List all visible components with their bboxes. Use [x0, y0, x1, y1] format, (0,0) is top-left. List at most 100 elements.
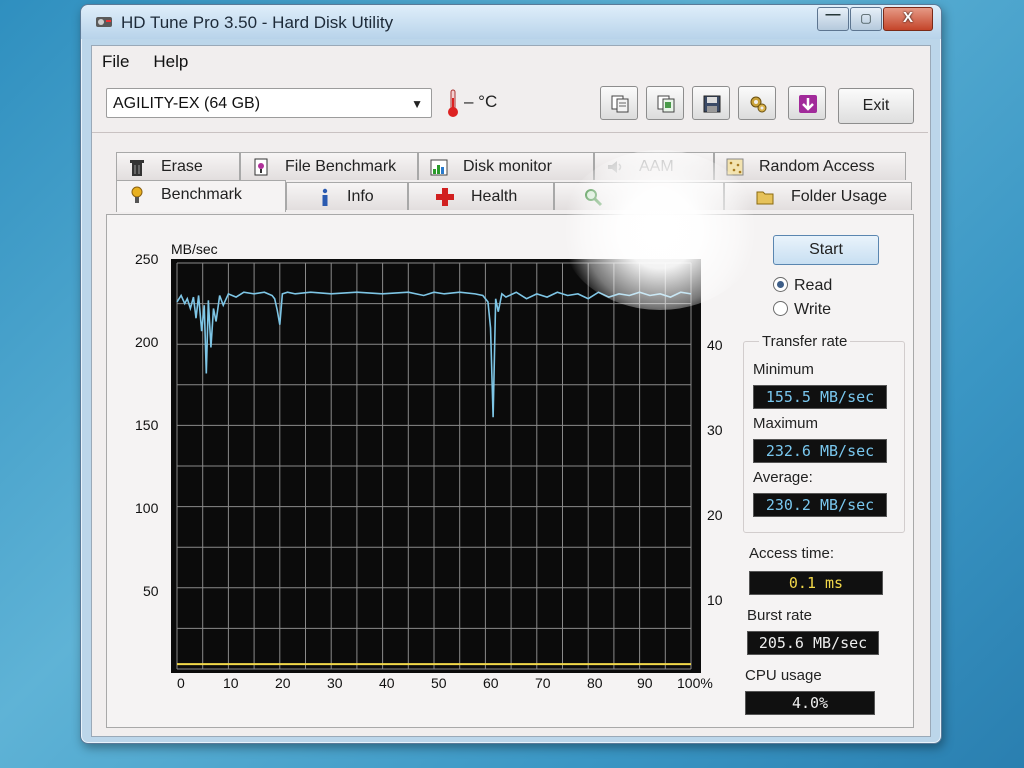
maximize-button[interactable]: ▢ [850, 7, 882, 31]
chevron-down-icon[interactable]: ▼ [411, 89, 423, 119]
menu-help[interactable]: Help [153, 52, 188, 74]
y2-tick-label: 30 [707, 422, 723, 438]
info-icon [322, 188, 328, 206]
minimum-value: 155.5 MB/sec [753, 385, 887, 409]
x-tick-label: 40 [379, 675, 395, 691]
transfer-rate-title: Transfer rate [759, 333, 851, 350]
x-tick-label: 60 [483, 675, 499, 691]
read-radio-dot[interactable] [773, 277, 788, 292]
client-area: File Help AGILITY-EX (64 GB) ▼ – °C Exit… [91, 45, 931, 737]
y-tick-label: 150 [135, 417, 159, 433]
access-time-label: Access time: [749, 545, 835, 562]
y-tick-label: 200 [135, 334, 159, 350]
save-icon [703, 95, 721, 113]
save-button[interactable] [692, 86, 730, 120]
tab-file-benchmark[interactable]: File Benchmark [240, 152, 418, 180]
tab-random-access[interactable]: Random Access [714, 152, 906, 180]
minimize-button[interactable]: — [817, 6, 849, 31]
tab-file-benchmark-label: File Benchmark [285, 158, 397, 175]
close-button[interactable]: X [883, 7, 933, 31]
read-radio[interactable]: Read [773, 277, 832, 295]
window-title: HD Tune Pro 3.50 - Hard Disk Utility [121, 13, 394, 32]
tab-folder-usage-label: Folder Usage [791, 188, 888, 205]
tab-aam-label: AAM [639, 158, 674, 175]
minimize-icon: — [825, 6, 841, 23]
tab-info-label: Info [347, 188, 374, 205]
health-icon [436, 188, 454, 206]
read-radio-label: Read [794, 277, 833, 294]
menu-bar: File Help [92, 52, 202, 74]
tab-erase-label: Erase [161, 158, 203, 175]
download-button[interactable] [788, 86, 826, 120]
average-value: 230.2 MB/sec [753, 493, 887, 517]
hdtune-app-icon [96, 17, 112, 27]
transfer-rate-chart [176, 262, 692, 670]
toolbar: AGILITY-EX (64 GB) ▼ – °C Exit [92, 80, 928, 133]
x-tick-label: 80 [587, 675, 603, 691]
tab-benchmark[interactable]: Benchmark [116, 180, 286, 212]
y-tick-label: 50 [143, 583, 159, 599]
exit-button[interactable]: Exit [838, 88, 914, 124]
minimum-label: Minimum [753, 361, 814, 378]
write-radio[interactable]: Write [773, 301, 831, 319]
download-icon [799, 95, 817, 113]
x-tick-label: 20 [275, 675, 291, 691]
x-tick-label: 30 [327, 675, 343, 691]
options-icon [750, 96, 767, 113]
cpu-usage-label: CPU usage [745, 667, 822, 684]
cpu-usage-value: 4.0% [745, 691, 875, 715]
y2-tick-label: 40 [707, 337, 723, 353]
x-tick-label: 50 [431, 675, 447, 691]
temperature-readout: – °C [464, 92, 498, 111]
y-tick-label: 100 [135, 500, 159, 516]
trash-icon [130, 160, 144, 176]
menu-file[interactable]: File [102, 52, 129, 74]
copy-text-button[interactable] [600, 86, 638, 120]
benchmark-icon [131, 186, 143, 203]
title-bar[interactable]: HD Tune Pro 3.50 - Hard Disk Utility — ▢… [81, 5, 941, 39]
tab-aam[interactable]: AAM [594, 152, 714, 180]
benchmark-panel: MB/sec 250 200 150 100 50 40 30 20 10 0 … [106, 214, 914, 728]
copy-info-icon [657, 95, 675, 113]
tab-error-scan[interactable] [554, 182, 724, 210]
drive-select-value: AGILITY-EX (64 GB) [113, 95, 261, 112]
x-tick-label: 70 [535, 675, 551, 691]
write-radio-dot[interactable] [773, 301, 788, 316]
speaker-icon [608, 161, 622, 173]
transfer-rate-graph [171, 259, 701, 673]
tab-disk-monitor-label: Disk monitor [463, 158, 552, 175]
tab-info[interactable]: Info [286, 182, 408, 210]
start-button[interactable]: Start [773, 235, 879, 265]
x-tick-label: 90 [637, 675, 653, 691]
burst-rate-value: 205.6 MB/sec [747, 631, 879, 655]
folder-icon [756, 191, 774, 205]
thermometer-icon [448, 89, 458, 117]
tab-folder-usage[interactable]: Folder Usage [724, 182, 912, 210]
maximum-value: 232.6 MB/sec [753, 439, 887, 463]
window-controls: — ▢ X [816, 6, 933, 31]
x-tick-label: 10 [223, 675, 239, 691]
x-tick-label: 100% [677, 675, 713, 691]
tab-health-label: Health [471, 188, 518, 205]
maximize-icon: ▢ [860, 11, 872, 25]
write-radio-label: Write [794, 301, 832, 318]
copy-info-button[interactable] [646, 86, 684, 120]
options-button[interactable] [738, 86, 776, 120]
access-time-value: 0.1 ms [749, 571, 883, 595]
y-tick-label: 250 [135, 251, 159, 267]
y-axis-units: MB/sec [171, 241, 218, 257]
y2-tick-label: 10 [707, 592, 723, 608]
y2-tick-label: 20 [707, 507, 723, 523]
tab-disk-monitor[interactable]: Disk monitor [418, 152, 594, 180]
average-label: Average: [753, 469, 813, 486]
tab-benchmark-label: Benchmark [161, 186, 242, 203]
drive-select[interactable]: AGILITY-EX (64 GB) ▼ [106, 88, 432, 118]
random-access-icon [726, 158, 744, 176]
tab-health[interactable]: Health [408, 182, 554, 210]
x-tick-label: 0 [177, 675, 185, 691]
tab-erase[interactable]: Erase [116, 152, 240, 180]
copy-text-icon [611, 95, 629, 113]
search-icon [585, 189, 603, 207]
tab-random-access-label: Random Access [759, 158, 875, 175]
close-icon: X [902, 9, 913, 26]
